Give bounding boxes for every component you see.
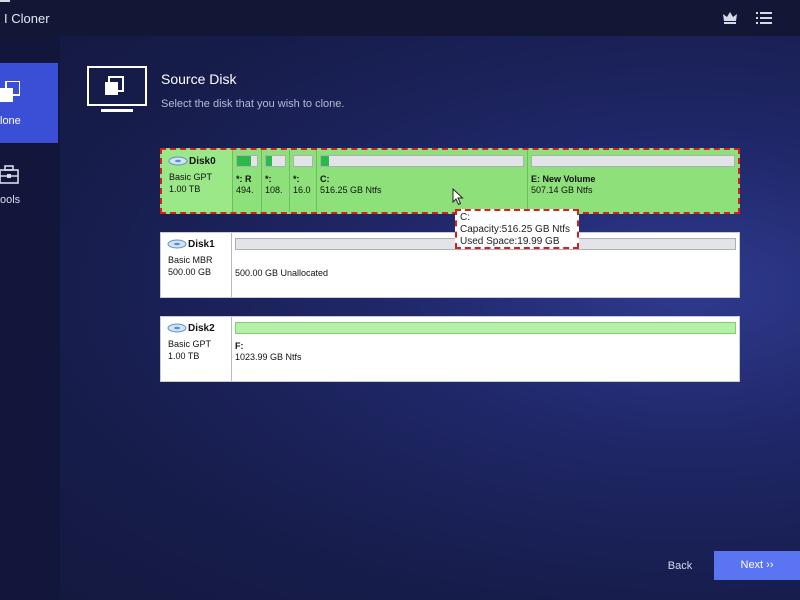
partition-label: *: bbox=[293, 174, 300, 184]
minimize-icon[interactable] bbox=[0, 0, 10, 2]
page-subtitle: Select the disk that you wish to clone. bbox=[161, 98, 345, 110]
partition-size: 516.25 GB Ntfs bbox=[320, 185, 382, 195]
partition-e[interactable]: E: New Volume 507.14 GB Ntfs bbox=[527, 150, 738, 212]
unallocated-label: 500.00 GB Unallocated bbox=[235, 268, 329, 278]
page-title: Source Disk bbox=[161, 71, 237, 87]
usage-bar bbox=[235, 322, 736, 334]
disk-info: Disk2 Basic GPT 1.00 TB bbox=[161, 317, 231, 381]
disk-name: Disk0 bbox=[189, 156, 216, 167]
usage-fill bbox=[321, 156, 330, 166]
disk-name: Disk1 bbox=[188, 239, 215, 250]
tooltip-drive: C: bbox=[460, 212, 470, 223]
tooltip-capacity: Capacity:516.25 GB Ntfs bbox=[460, 224, 571, 235]
usage-bar bbox=[236, 155, 258, 167]
disk-type: Basic GPT bbox=[168, 339, 212, 349]
usage-fill bbox=[266, 156, 272, 166]
partition-size: 1023.99 GB Ntfs bbox=[235, 352, 302, 362]
disk-size: 500.00 GB bbox=[168, 267, 212, 277]
title-bar: I Cloner bbox=[0, 0, 800, 36]
usage-fill bbox=[237, 156, 251, 166]
main-panel: Source Disk Select the disk that you wis… bbox=[60, 36, 800, 600]
disk-icon bbox=[168, 156, 188, 166]
partition-label: *: bbox=[265, 174, 272, 184]
monitor-icon bbox=[87, 66, 147, 112]
disk-size: 1.00 TB bbox=[169, 184, 201, 194]
sidebar-item-label: lone bbox=[0, 115, 21, 127]
partition[interactable]: *: 108. bbox=[261, 150, 289, 212]
sidebar: lone ools bbox=[0, 36, 60, 600]
disk-icon bbox=[167, 323, 187, 333]
disk-info: Disk1 Basic MBR 500.00 GB bbox=[161, 233, 231, 297]
partition-size: 108. bbox=[265, 185, 283, 195]
partition-list: *: R 494. *: 108. *: 16.0 C: 516.25 GB N… bbox=[232, 150, 738, 212]
disk-type: Basic MBR bbox=[168, 255, 213, 265]
usage-bar bbox=[293, 155, 313, 167]
partition-f[interactable]: F: 1023.99 GB Ntfs bbox=[231, 317, 739, 381]
app-title: I Cloner bbox=[4, 11, 50, 26]
tooltip-used-space: Used Space:19.99 GB bbox=[460, 236, 560, 247]
usage-bar bbox=[531, 155, 735, 167]
sidebar-item-tools[interactable]: ools bbox=[0, 153, 58, 233]
partition-list: F: 1023.99 GB Ntfs bbox=[231, 317, 739, 381]
disk-name: Disk2 bbox=[188, 323, 215, 334]
disk-info: Disk0 Basic GPT 1.00 TB bbox=[162, 150, 232, 212]
menu-icon[interactable] bbox=[756, 11, 772, 25]
partition-size: 507.14 GB Ntfs bbox=[531, 185, 593, 195]
partition-label: E: New Volume bbox=[531, 174, 596, 184]
crown-icon[interactable] bbox=[722, 11, 738, 25]
disk-size: 1.00 TB bbox=[168, 351, 200, 361]
clone-icon bbox=[0, 81, 20, 102]
partition-label: C: bbox=[320, 174, 330, 184]
partition[interactable]: *: R 494. bbox=[232, 150, 261, 212]
partition-size: 494. bbox=[236, 185, 254, 195]
disk-type: Basic GPT bbox=[169, 172, 213, 182]
disk-row-disk0[interactable]: Disk0 Basic GPT 1.00 TB *: R 494. *: 108… bbox=[160, 148, 740, 214]
partition-size: 16.0 bbox=[293, 185, 311, 195]
disk-row-disk1[interactable]: Disk1 Basic MBR 500.00 GB 500.00 GB Unal… bbox=[160, 232, 740, 298]
partition-c[interactable]: C: 516.25 GB Ntfs bbox=[316, 150, 527, 212]
partition-label: F: bbox=[235, 341, 244, 351]
mouse-cursor-icon bbox=[452, 188, 464, 206]
sidebar-item-label: ools bbox=[0, 194, 21, 206]
partition[interactable]: *: 16.0 bbox=[289, 150, 316, 212]
usage-bar bbox=[320, 155, 524, 167]
usage-bar bbox=[265, 155, 286, 167]
disk-icon bbox=[167, 239, 187, 249]
toolbox-icon bbox=[0, 165, 19, 184]
sidebar-item-clone[interactable]: lone bbox=[0, 63, 58, 143]
partition-label: *: R bbox=[236, 174, 252, 184]
disk-row-disk2[interactable]: Disk2 Basic GPT 1.00 TB F: 1023.99 GB Nt… bbox=[160, 316, 740, 382]
next-button[interactable]: Next ›› bbox=[714, 551, 800, 580]
partition-tooltip: C: Capacity:516.25 GB Ntfs Used Space:19… bbox=[455, 209, 579, 249]
back-button[interactable]: Back bbox=[650, 552, 710, 580]
